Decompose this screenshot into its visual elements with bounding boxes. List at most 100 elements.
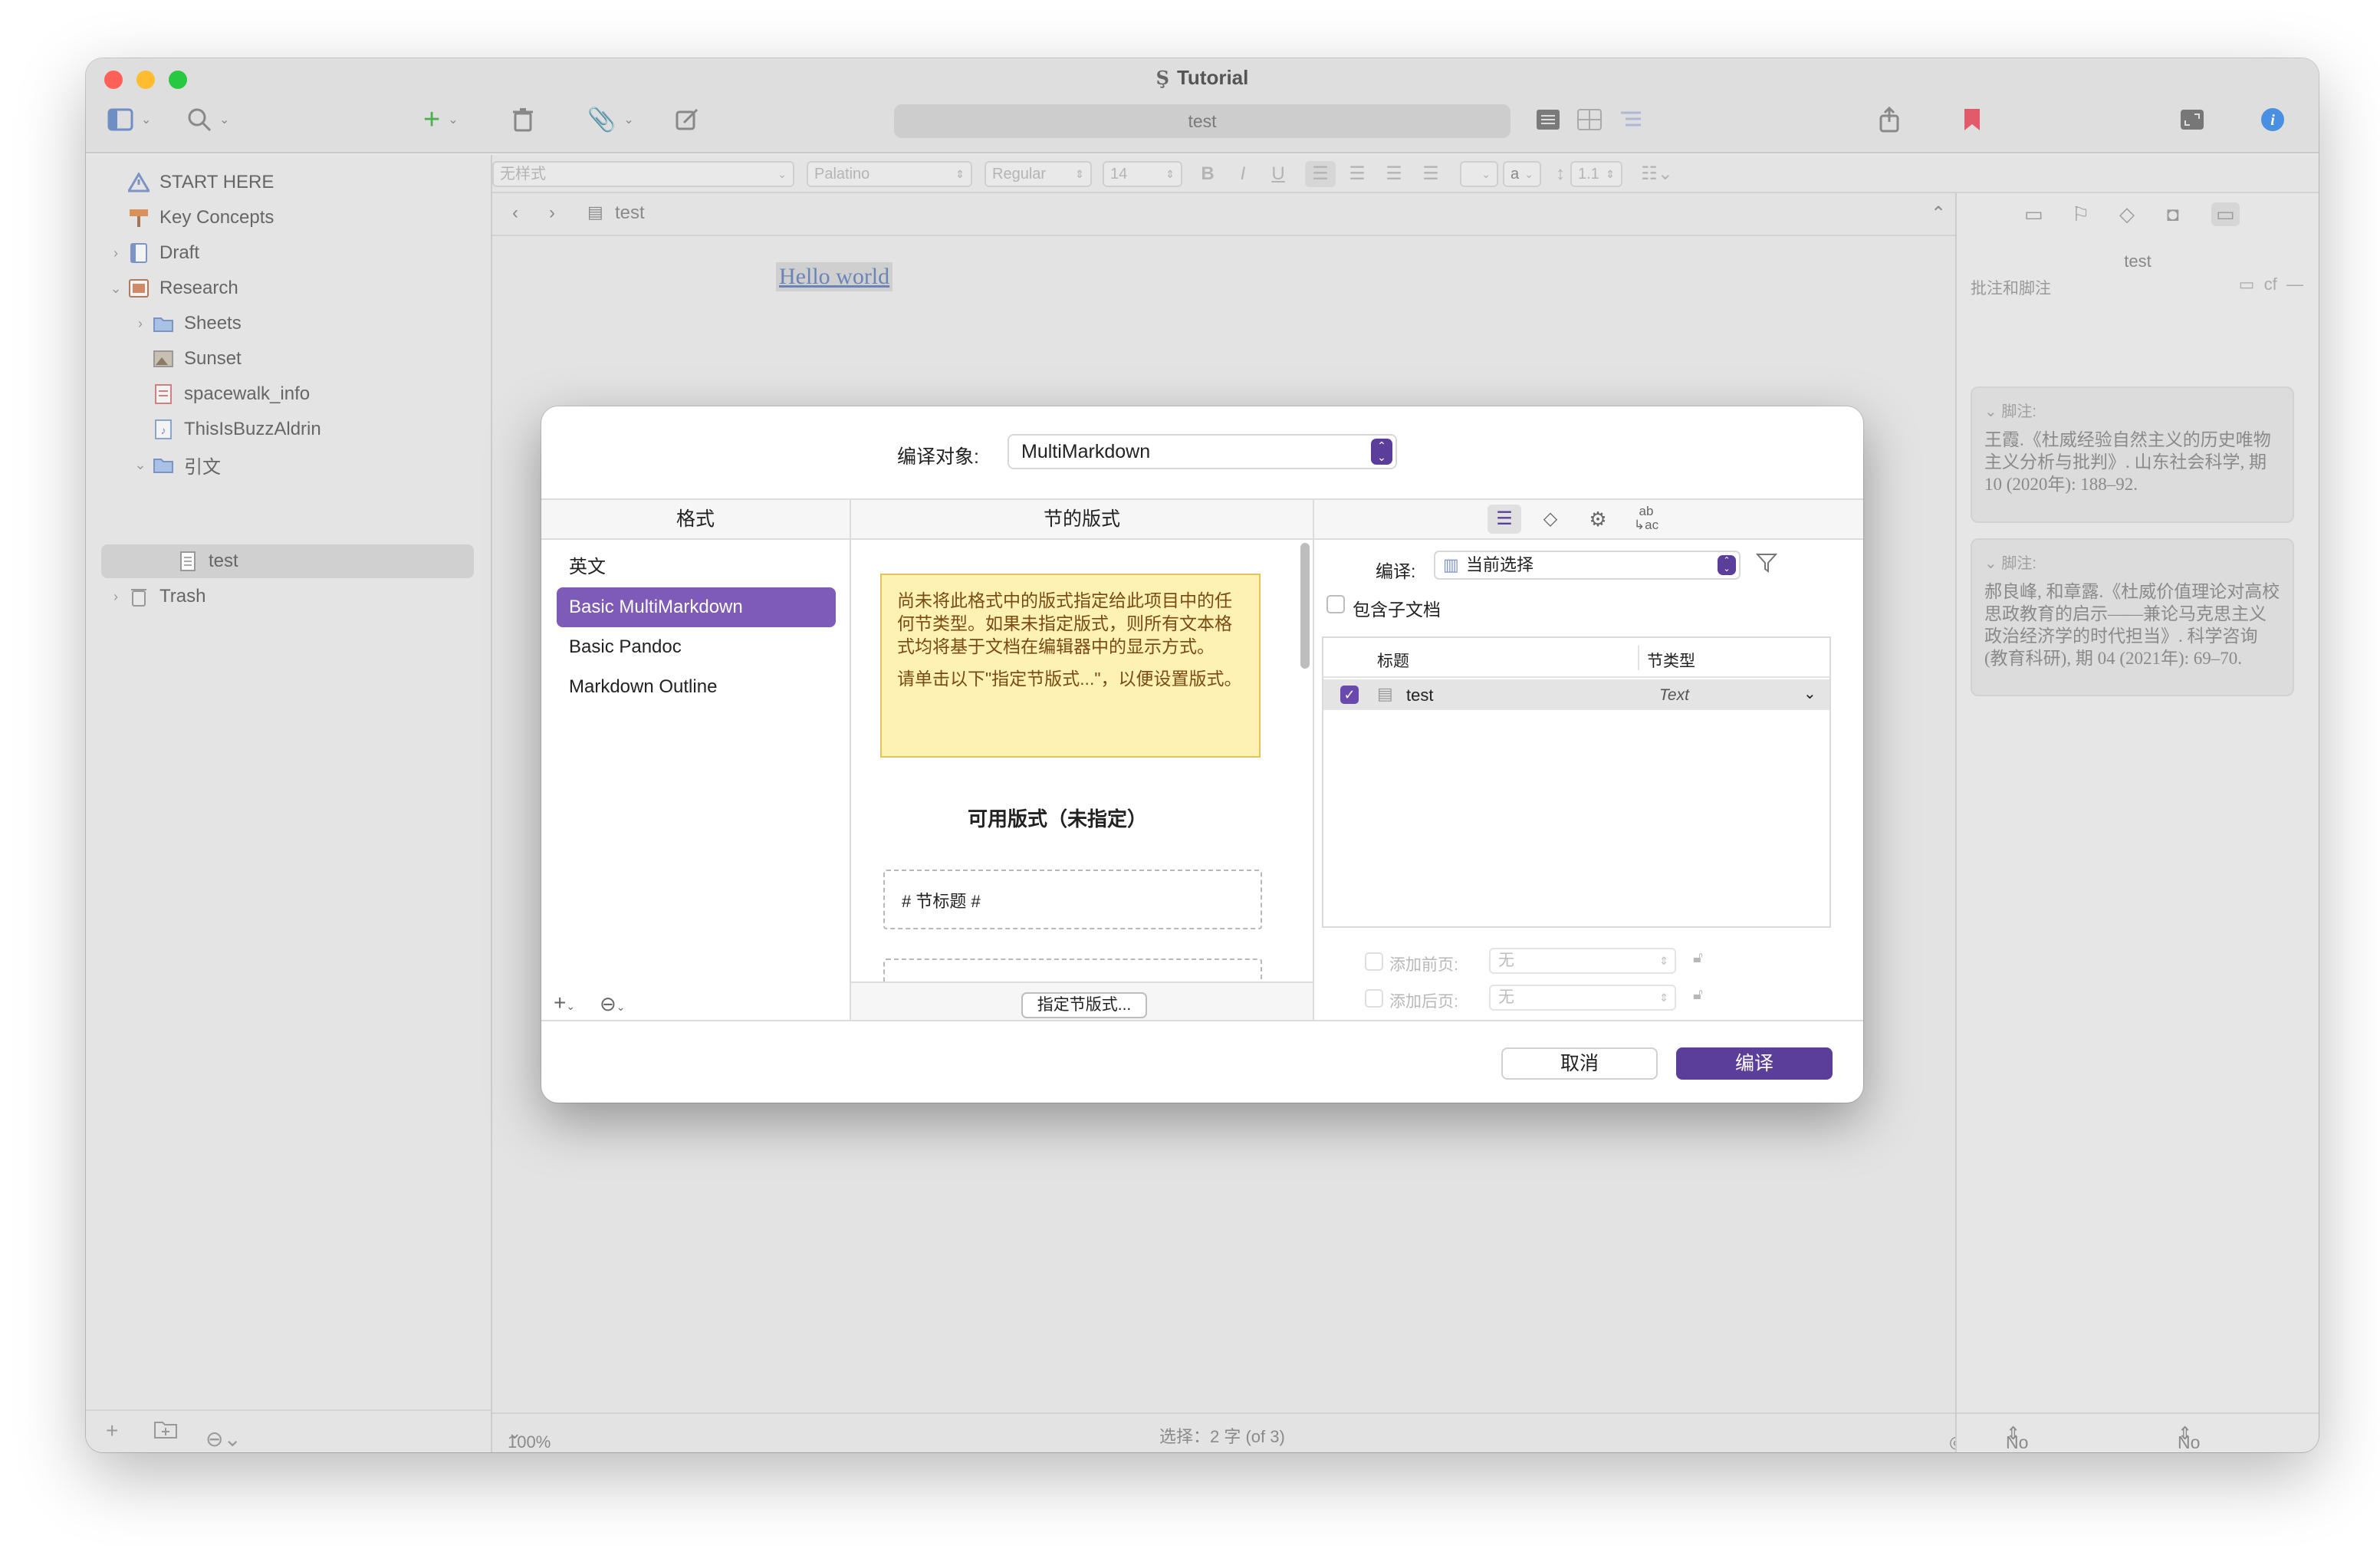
quick-reference-button[interactable]	[675, 104, 699, 135]
bold-button[interactable]: B	[1196, 161, 1219, 187]
metadata-tab-icon[interactable]: ◇	[2119, 202, 2135, 226]
format-actions-button[interactable]: ⊖⌄	[600, 992, 626, 1016]
binder-sidebar: START HERE Key Concepts › Draft ⌄ Resear…	[86, 155, 492, 1452]
back-button[interactable]: ‹	[512, 202, 518, 224]
include-checkbox[interactable]: ✓	[1340, 686, 1359, 704]
add-back-matter-checkbox[interactable]	[1365, 989, 1383, 1008]
table-row[interactable]: ✓ ▤ test Text ⌄	[1323, 679, 1829, 710]
align-right-button[interactable]: ☰	[1379, 161, 1409, 187]
underline-button[interactable]: U	[1267, 161, 1290, 187]
footnote-card[interactable]: ⌄ 脚注: 王霞.《杜威经验自然主义的历史唯物主义分析与批判》. 山东社会科学,…	[1971, 386, 2294, 523]
highlight-color-select[interactable]: ⌄	[1460, 161, 1498, 187]
disclosure-right-icon[interactable]: ›	[104, 589, 127, 605]
italic-button[interactable]: I	[1231, 161, 1254, 187]
align-center-button[interactable]: ☰	[1342, 161, 1372, 187]
quick-search-field[interactable]: test	[894, 104, 1511, 138]
view-outline-button[interactable]	[1618, 104, 1644, 135]
contents-tab[interactable]: ☰	[1488, 505, 1521, 534]
text-color-select[interactable]: a ⌄	[1503, 161, 1541, 187]
add-folder-button[interactable]	[153, 1419, 178, 1445]
more-icon: ⊖⌄	[205, 1427, 242, 1451]
disclosure-down-icon[interactable]: ⌄	[129, 457, 152, 473]
binder-item-test[interactable]: test	[153, 546, 238, 577]
disclosure-right-icon[interactable]: ›	[129, 316, 152, 332]
snapshots-tab-icon[interactable]: ◘	[2167, 202, 2179, 226]
justify-button[interactable]: ☰	[1415, 161, 1446, 187]
view-corkboard-button[interactable]	[1576, 104, 1603, 135]
search-button[interactable]: ⌄	[187, 104, 229, 135]
font-weight-select[interactable]: Regular ⇕	[985, 161, 1092, 187]
editor-text[interactable]: Hello world	[776, 262, 893, 291]
binder-item-citations[interactable]: ⌄ 引文	[129, 449, 221, 480]
notes-tab-icon[interactable]: ▭	[2024, 202, 2043, 226]
scrollbar-thumb[interactable]	[1300, 543, 1310, 669]
bookmarks-tab-icon[interactable]: ⚐	[2072, 202, 2089, 226]
compile-scope-label: 编译:	[1376, 561, 1416, 581]
format-item[interactable]: 英文	[557, 547, 836, 587]
disclosure-down-icon[interactable]: ⌄	[104, 281, 127, 297]
add-comment-button[interactable]: ▭	[2239, 275, 2255, 294]
font-size-select[interactable]: 14 ⇕	[1103, 161, 1182, 187]
previous-doc-button[interactable]: ⌃	[1931, 202, 1946, 225]
list-button[interactable]: ☷⌄	[1638, 161, 1676, 187]
options-tab[interactable]: ⚙	[1581, 505, 1615, 534]
unlock-icon[interactable]: 🔓︎	[1693, 949, 1703, 967]
popup-stepper-icon: ⌃ ⌄	[1718, 555, 1736, 575]
binder-item-research[interactable]: ⌄ Research	[104, 273, 238, 304]
binder-item-start-here[interactable]: START HERE	[104, 167, 274, 198]
unlock-icon[interactable]: 🔓︎	[1693, 986, 1703, 1004]
metadata-tab[interactable]: ◇	[1534, 505, 1567, 534]
bookmark-button[interactable]	[1963, 104, 1981, 135]
composition-mode-button[interactable]	[2179, 104, 2205, 135]
binder-item-sheets[interactable]: › Sheets	[129, 308, 242, 339]
share-button[interactable]	[1879, 104, 1900, 135]
remove-button[interactable]: —	[2286, 275, 2303, 294]
view-single-button[interactable]	[1535, 104, 1561, 135]
disclosure-right-icon[interactable]: ›	[104, 245, 127, 261]
add-footnote-button[interactable]: cf	[2264, 275, 2277, 294]
label-select[interactable]: No Label ⇕	[2006, 1423, 2028, 1452]
format-item-selected[interactable]: Basic MultiMarkdown	[557, 587, 836, 627]
line-spacing-select[interactable]: 1.1 ⇕	[1570, 161, 1622, 187]
inspector-toggle-button[interactable]: i	[2260, 104, 2285, 135]
divider	[850, 498, 851, 1020]
layout-card[interactable]: # 节标题 #	[883, 870, 1262, 929]
attach-button[interactable]: 📎 ⌄	[587, 104, 634, 135]
assign-section-layouts-button[interactable]: 指定节版式...	[1021, 992, 1147, 1018]
binder-toggle-button[interactable]: ⌄	[107, 104, 151, 135]
replacements-tab[interactable]: ab ↳ac	[1627, 505, 1665, 534]
binder-item-trash[interactable]: › Trash	[104, 581, 205, 612]
binder-item-draft[interactable]: › Draft	[104, 238, 199, 268]
row-section-type[interactable]: Text	[1659, 686, 1689, 705]
add-item-button[interactable]: +	[106, 1419, 118, 1443]
comments-tab-icon[interactable]: ▭	[2211, 202, 2240, 226]
delete-button[interactable]	[512, 104, 534, 135]
binder-item-thisisbuzzaldrin[interactable]: ♪ ThisIsBuzzAldrin	[129, 414, 321, 445]
chevron-down-icon[interactable]: ⌄	[1803, 684, 1816, 703]
binder-item-sunset[interactable]: Sunset	[129, 344, 242, 374]
sidebar-icon	[107, 108, 133, 131]
status-select[interactable]: No Status ⇕	[2178, 1423, 2200, 1452]
zoom-select[interactable]: 100% ⌄	[508, 1423, 551, 1452]
front-matter-select[interactable]: 无 ⇕	[1489, 948, 1676, 974]
binder-item-spacewalk-info[interactable]: spacewalk_info	[129, 379, 310, 409]
compile-button[interactable]: 编译	[1676, 1047, 1833, 1080]
format-item[interactable]: Markdown Outline	[557, 667, 836, 707]
include-subdocuments-checkbox[interactable]	[1326, 595, 1345, 613]
back-matter-select[interactable]: 无 ⇕	[1489, 985, 1676, 1011]
add-format-button[interactable]: +⌄	[554, 991, 575, 1015]
compile-scope-select[interactable]: ▥ 当前选择 ⌃ ⌄	[1434, 551, 1741, 580]
style-select[interactable]: 无样式 ⌄	[492, 161, 794, 187]
compile-for-select[interactable]: MultiMarkdown ⌃ ⌄	[1008, 434, 1397, 469]
add-front-matter-checkbox[interactable]	[1365, 952, 1383, 971]
cancel-button[interactable]: 取消	[1501, 1047, 1658, 1080]
filter-button[interactable]	[1755, 552, 1778, 579]
footnote-card[interactable]: ⌄ 脚注: 郝良峰, 和章露.《杜威价值理论对高校思政教育的启示——兼论马克思主…	[1971, 538, 2294, 696]
align-left-button[interactable]: ☰	[1305, 161, 1336, 187]
forward-button[interactable]: ›	[549, 202, 555, 224]
format-item[interactable]: Basic Pandoc	[557, 627, 836, 667]
add-button[interactable]: + ⌄	[423, 104, 459, 136]
manuscript-icon: ▥	[1443, 555, 1459, 574]
binder-item-key-concepts[interactable]: Key Concepts	[104, 202, 274, 233]
font-select[interactable]: Palatino ⇕	[807, 161, 972, 187]
